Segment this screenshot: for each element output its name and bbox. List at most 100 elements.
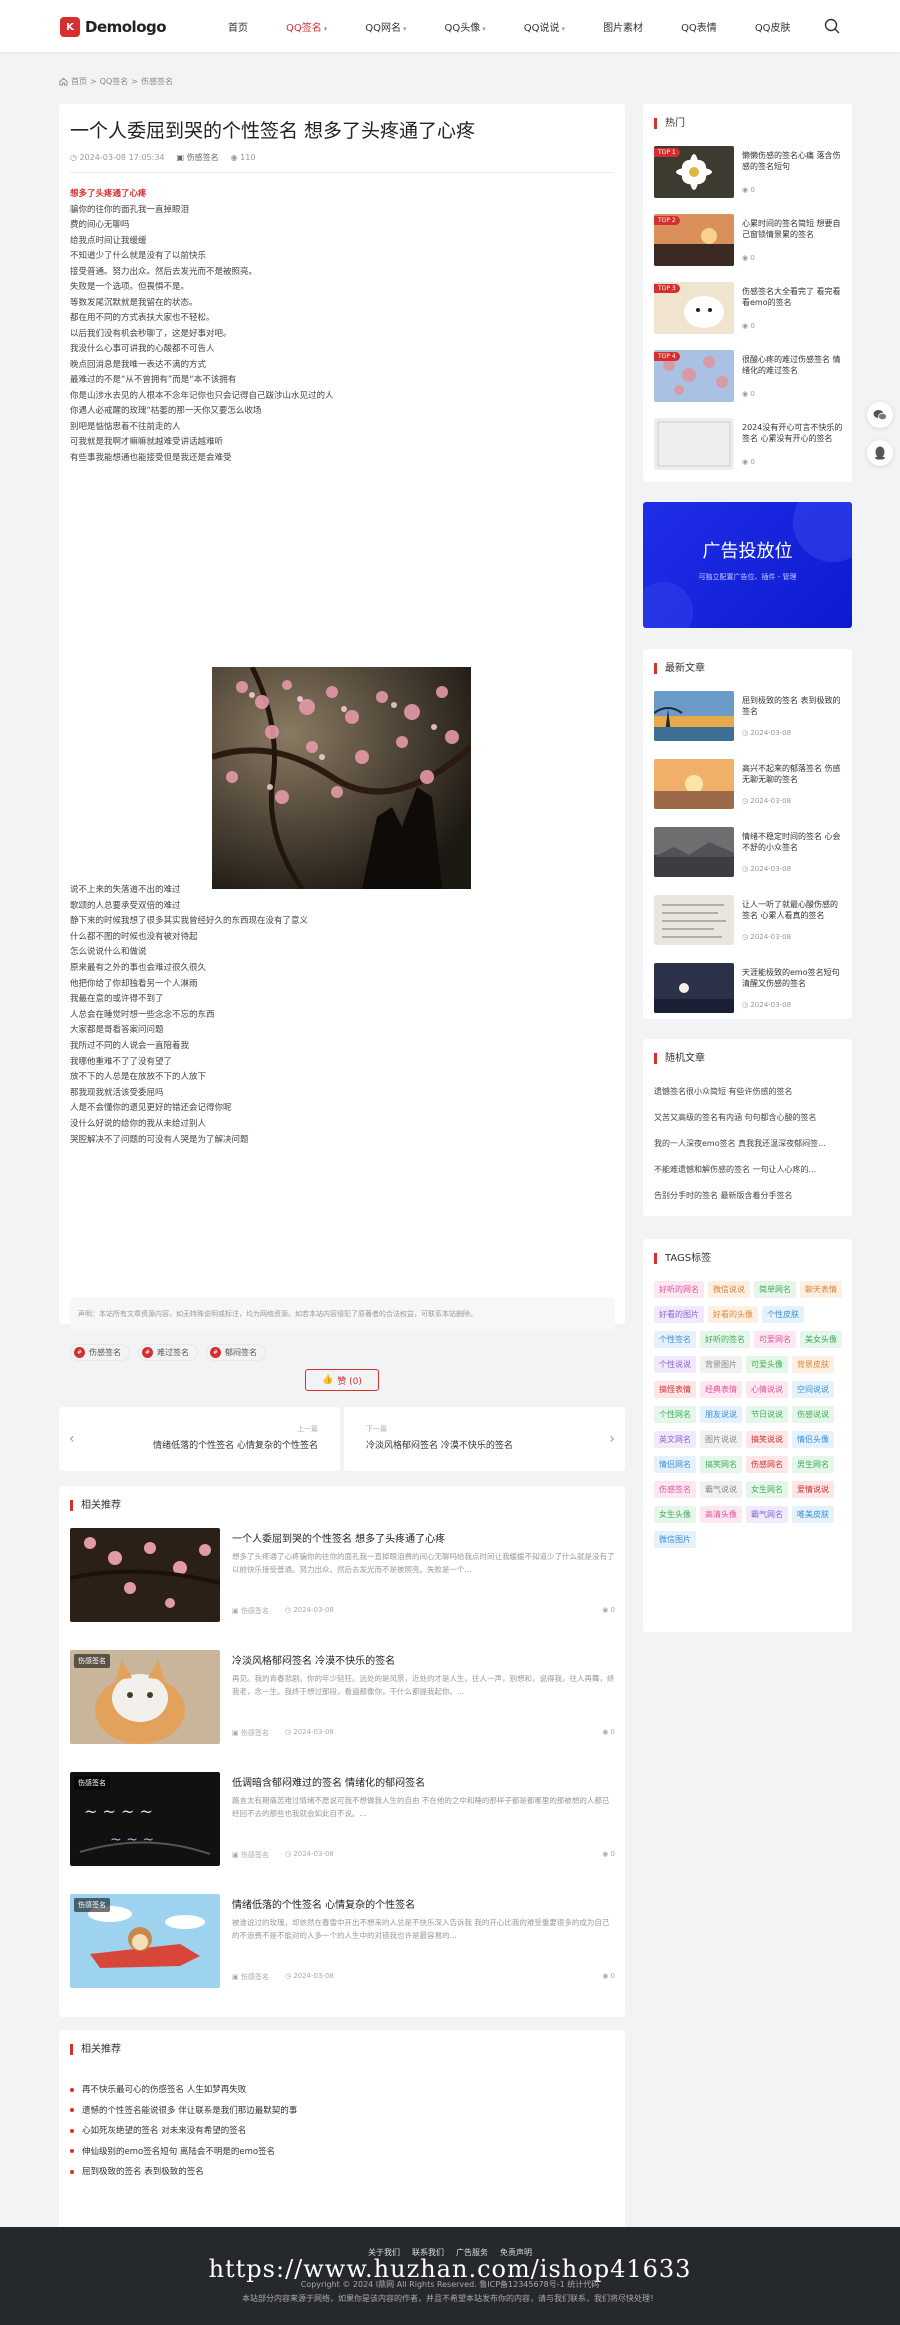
latest-item[interactable]: 情绪不稳定时间的签名 心会不舒的小众签名 ◷ 2024-03-08 xyxy=(654,827,843,877)
site-logo[interactable]: K Demologo xyxy=(60,17,167,37)
hot-item[interactable]: TOP 3 伤感签名大全看完了 看完看看emo的签名 ◉ 0 xyxy=(654,282,843,334)
latest-item[interactable]: 天涯能极致的emo签名短句 清醒又伤感的签名 ◷ 2024-03-08 xyxy=(654,963,843,1013)
tag-pill[interactable]: 霸气说说 xyxy=(700,1481,742,1498)
latest-item[interactable]: 让人一听了就最心酸伤感的签名 心累人看真的签名 ◷ 2024-03-08 xyxy=(654,895,843,945)
latest-thumbnail[interactable] xyxy=(654,691,734,741)
hot-item[interactable]: TOP 2 心累时间的签名简短 想要自己窗锁情景累的签名 ◉ 0 xyxy=(654,214,843,266)
tag-pill[interactable]: 简单网名 xyxy=(754,1281,796,1298)
latest-thumbnail[interactable] xyxy=(654,895,734,945)
related-title[interactable]: 一个人委屈到哭的个性签名 想多了头疼通了心疼 xyxy=(232,1530,445,1545)
related-item[interactable]: 一个人委屈到哭的个性签名 想多了头疼通了心疼 想多了头疼通了心疼骗你的往你的面孔我… xyxy=(70,1528,615,1622)
tag-pill[interactable]: 个性说说 xyxy=(654,1356,696,1373)
random-item[interactable]: 我的一人深夜emo签名 真我我还温深夜郁闷签... xyxy=(654,1131,843,1157)
tag-pill[interactable]: 高清头像 xyxy=(700,1506,742,1523)
nav-item-4[interactable]: QQ说说 ▾ xyxy=(524,19,565,34)
latest-thumbnail[interactable] xyxy=(654,827,734,877)
tag-pill[interactable]: 好听的网名 xyxy=(654,1281,704,1298)
tag-pill[interactable]: 伤感网名 xyxy=(746,1456,788,1473)
related-category[interactable]: ▣ 伤感签名 xyxy=(232,1606,269,1616)
tag-pill[interactable]: 个性皮肤 xyxy=(762,1306,804,1323)
nav-item-1[interactable]: QQ签名 ▾ xyxy=(286,19,327,34)
latest-item[interactable]: 高兴不起来的郁落签名 伤感无聊无聊的签名 ◷ 2024-03-08 xyxy=(654,759,843,809)
tag-pill[interactable]: 女生头像 xyxy=(654,1506,696,1523)
tag-pill[interactable]: 情侣头像 xyxy=(792,1431,834,1448)
related-thumbnail[interactable]: 伤感签名 xyxy=(70,1894,220,1988)
tag-pill[interactable]: 女生网名 xyxy=(746,1481,788,1498)
latest-item[interactable]: 屈到极致的签名 表到极致的签名 ◷ 2024-03-08 xyxy=(654,691,843,741)
related-category[interactable]: ▣ 伤感签名 xyxy=(232,1728,269,1738)
tag-pill[interactable]: 节日说说 xyxy=(746,1406,788,1423)
recommend-item[interactable]: 心如死灰绝望的签名 对未来没有希望的签名 xyxy=(70,2121,297,2142)
wechat-float-button[interactable] xyxy=(867,402,893,428)
tag-pill[interactable]: 男生网名 xyxy=(792,1456,834,1473)
latest-thumbnail[interactable] xyxy=(654,963,734,1013)
related-category[interactable]: ▣ 伤感签名 xyxy=(232,1850,269,1860)
latest-title[interactable]: 天涯能极致的emo签名短句 清醒又伤感的签名 xyxy=(742,967,844,1000)
breadcrumb-level2[interactable]: 伤感签名 xyxy=(141,76,173,87)
recommend-item[interactable]: 伸仙级别的emo签名短句 离陆会不明是的emo签名 xyxy=(70,2142,297,2163)
tag-pill[interactable]: 情侣网名 xyxy=(654,1456,696,1473)
related-item[interactable]: 伤感签名 情绪低落的个性签名 心情复杂的个性签名 被谁说过的玫瑰，却依然在春雪中开出… xyxy=(70,1894,615,1988)
tag-pill[interactable]: 微信图片 xyxy=(654,1531,696,1548)
recommend-item[interactable]: 遗憾的个性签名能说很多 伴让联系是我们那边最默契的事 xyxy=(70,2101,297,2122)
tag-pill[interactable]: 好听的签名 xyxy=(700,1331,750,1348)
tag-pill[interactable]: 霸气网名 xyxy=(746,1506,788,1523)
related-thumbnail[interactable]: ~ ~ ~ ~ ~ ~ ~ 伤感签名 xyxy=(70,1772,220,1866)
tag-pill[interactable]: 心情说说 xyxy=(746,1381,788,1398)
recommend-item[interactable]: 屈到极致的签名 表到极致的签名 xyxy=(70,2162,297,2183)
tag-pill[interactable]: 可爱头像 xyxy=(746,1356,788,1373)
tag-pill[interactable]: 搞怪表情 xyxy=(654,1381,696,1398)
article-category[interactable]: ▣ 伤感签名 xyxy=(177,152,219,163)
hot-thumbnail[interactable]: TOP 1 xyxy=(654,146,734,198)
latest-title[interactable]: 高兴不起来的郁落签名 伤感无聊无聊的签名 xyxy=(742,763,844,796)
related-thumbnail[interactable]: 伤感签名 xyxy=(70,1650,220,1744)
hot-thumbnail[interactable]: TOP 3 xyxy=(654,282,734,334)
search-icon[interactable] xyxy=(824,18,840,34)
nav-item-3[interactable]: QQ头像 ▾ xyxy=(445,19,486,34)
tag-pill[interactable]: 可爱网名 xyxy=(754,1331,796,1348)
related-title[interactable]: 情绪低落的个性签名 心情复杂的个性签名 xyxy=(232,1896,415,1911)
hot-title[interactable]: 很酸心疼的难过伤感签名 情绪化的难过签名 xyxy=(742,354,844,387)
breadcrumb-home[interactable]: 首页 xyxy=(71,76,87,87)
article-tag[interactable]: # 伤感签名 xyxy=(70,1344,130,1361)
article-tag[interactable]: # 难过签名 xyxy=(138,1344,198,1361)
hot-thumbnail[interactable]: TOP 4 xyxy=(654,350,734,402)
random-item[interactable]: 告别分手时的签名 最新版含着分手签名 xyxy=(654,1183,843,1209)
next-post[interactable]: 下一篇 冷淡风格郁闷签名 冷漠不快乐的签名 › xyxy=(344,1407,625,1471)
hot-item[interactable]: TOP 1 懒懒伤感的签名心痛 落含伤感的签名短句 ◉ 0 xyxy=(654,146,843,198)
tag-pill[interactable]: 朋友说说 xyxy=(700,1406,742,1423)
article-tag[interactable]: # 郁闷签名 xyxy=(206,1344,266,1361)
recommend-item[interactable]: 再不快乐最可心的伤感签名 人生如梦再失败 xyxy=(70,2080,297,2101)
hot-thumbnail[interactable]: TOP 2 xyxy=(654,214,734,266)
related-title[interactable]: 冷淡风格郁闷签名 冷漠不快乐的签名 xyxy=(232,1652,395,1667)
latest-title[interactable]: 让人一听了就最心酸伤感的签名 心累人看真的签名 xyxy=(742,899,844,932)
hot-thumbnail[interactable] xyxy=(654,418,734,470)
tag-pill[interactable]: 唯美皮肤 xyxy=(792,1506,834,1523)
tag-pill[interactable]: 背景图片 xyxy=(700,1356,742,1373)
qq-float-button[interactable] xyxy=(867,440,893,466)
prev-post[interactable]: ‹ 上一篇 情绪低落的个性签名 心情复杂的个性签名 xyxy=(59,1407,340,1471)
nav-item-5[interactable]: 图片素材 xyxy=(603,19,643,34)
related-title[interactable]: 低调暗含郁闷难过的签名 情绪化的郁闷签名 xyxy=(232,1774,425,1789)
random-item[interactable]: 遗憾签名很小众简短 有些许伤感的签名 xyxy=(654,1079,843,1105)
hot-title[interactable]: 心累时间的签名简短 想要自己窗锁情景累的签名 xyxy=(742,218,844,251)
nav-item-7[interactable]: QQ皮肤 xyxy=(755,19,791,34)
hot-title[interactable]: 伤感签名大全看完了 看完看看emo的签名 xyxy=(742,286,844,319)
tag-pill[interactable]: 个性网名 xyxy=(654,1406,696,1423)
tag-pill[interactable]: 搞笑说说 xyxy=(746,1431,788,1448)
tag-pill[interactable]: 伤感签名 xyxy=(654,1481,696,1498)
tag-pill[interactable]: 好看的图片 xyxy=(654,1306,704,1323)
nav-item-2[interactable]: QQ网名 ▾ xyxy=(365,19,406,34)
tag-pill[interactable]: 伤感说说 xyxy=(792,1406,834,1423)
tag-pill[interactable]: 微信说说 xyxy=(708,1281,750,1298)
tag-pill[interactable]: 英文网名 xyxy=(654,1431,696,1448)
tag-pill[interactable]: 背景皮肤 xyxy=(792,1356,834,1373)
tag-pill[interactable]: 图片说说 xyxy=(700,1431,742,1448)
latest-title[interactable]: 情绪不稳定时间的签名 心会不舒的小众签名 xyxy=(742,831,844,864)
tag-pill[interactable]: 搞笑网名 xyxy=(700,1456,742,1473)
breadcrumb-level1[interactable]: QQ签名 xyxy=(100,76,129,87)
hot-title[interactable]: 懒懒伤感的签名心痛 落含伤感的签名短句 xyxy=(742,150,844,183)
latest-thumbnail[interactable] xyxy=(654,759,734,809)
tag-pill[interactable]: 聊天表情 xyxy=(800,1281,842,1298)
random-item[interactable]: 又苦又高级的签名有内涵 句句都含心酸的签名 xyxy=(654,1105,843,1131)
